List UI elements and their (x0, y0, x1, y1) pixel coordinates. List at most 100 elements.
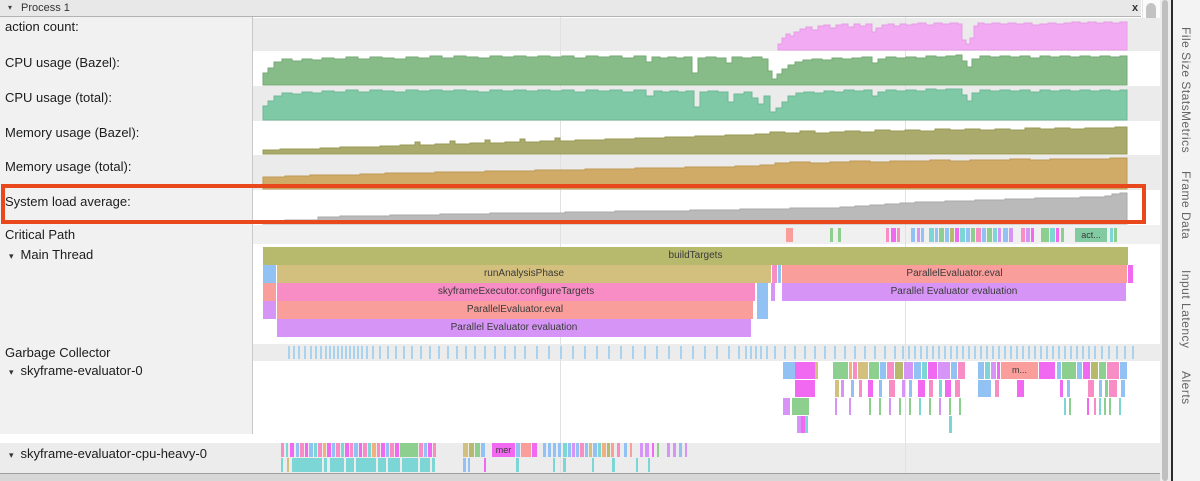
gc-event-tick[interactable] (784, 346, 786, 359)
trace-event-bar[interactable] (657, 443, 659, 457)
trace-event-bar[interactable] (323, 443, 326, 457)
gc-event-tick[interactable] (1040, 346, 1042, 359)
gc-event-tick[interactable] (804, 346, 806, 359)
trace-event-bar[interactable] (281, 458, 283, 472)
trace-event-bar[interactable] (469, 443, 474, 457)
trace-event-bar[interactable] (904, 362, 913, 379)
trace-event-bar[interactable] (296, 443, 299, 457)
trace-event-bar[interactable] (400, 443, 418, 457)
trace-event-bar[interactable] (868, 380, 873, 397)
gc-event-tick[interactable] (1101, 346, 1103, 359)
trace-event-bar[interactable] (998, 228, 1001, 242)
trace-event-bar[interactable] (395, 443, 399, 457)
trace-event-bar[interactable] (869, 362, 879, 379)
trace-event-bar[interactable] (1050, 228, 1055, 242)
trace-event-bar[interactable] (667, 443, 670, 457)
gc-event-tick[interactable] (1064, 346, 1066, 359)
trace-event-bar[interactable]: Parallel Evaluator evaluation (782, 283, 1126, 301)
gc-event-tick[interactable] (1010, 346, 1012, 359)
gc-event-tick[interactable] (656, 346, 658, 359)
trace-event-bar[interactable] (928, 362, 937, 379)
trace-event-bar[interactable] (263, 265, 276, 283)
gc-event-tick[interactable] (474, 346, 476, 359)
trace-event-bar[interactable] (899, 398, 901, 415)
trace-event-bar[interactable] (1009, 228, 1013, 242)
gc-event-tick[interactable] (844, 346, 846, 359)
trace-event-bar[interactable] (938, 362, 950, 379)
trace-event-bar[interactable] (1114, 228, 1117, 242)
gc-event-tick[interactable] (353, 346, 355, 359)
collapse-triangle-icon[interactable]: ▾ (9, 450, 14, 460)
track-label-skyframe-evaluator-0[interactable]: ▾skyframe-evaluator-0 (0, 363, 250, 379)
trace-event-bar[interactable] (420, 458, 430, 472)
sidebar-tab-metrics[interactable]: Metrics (1179, 111, 1193, 153)
trace-event-bar[interactable] (786, 228, 793, 242)
trace-event-bar[interactable] (558, 443, 561, 457)
trace-event-bar[interactable]: ParallelEvaluator.eval (782, 265, 1127, 283)
gc-event-tick[interactable] (572, 346, 574, 359)
gc-event-tick[interactable] (864, 346, 866, 359)
trace-event-bar[interactable] (1041, 228, 1049, 242)
trace-event-bar[interactable] (805, 416, 808, 433)
trace-event-bar[interactable] (1060, 380, 1063, 397)
trace-event-bar[interactable] (424, 443, 427, 457)
gc-event-tick[interactable] (902, 346, 904, 359)
trace-event-bar[interactable] (381, 443, 385, 457)
trace-event-bar[interactable] (1062, 362, 1076, 379)
gc-event-tick[interactable] (293, 346, 295, 359)
trace-event-bar[interactable] (433, 443, 436, 457)
trace-event-bar[interactable] (652, 443, 654, 457)
gc-event-tick[interactable] (644, 346, 646, 359)
gc-event-tick[interactable] (403, 346, 405, 359)
trace-event-bar[interactable] (611, 443, 614, 457)
trace-event-bar[interactable]: buildTargets (263, 247, 1128, 265)
gc-event-tick[interactable] (728, 346, 730, 359)
trace-event-bar[interactable] (909, 380, 912, 397)
trace-event-bar[interactable] (1099, 380, 1102, 397)
trace-event-bar[interactable] (602, 443, 606, 457)
gc-event-tick[interactable] (1076, 346, 1078, 359)
gc-event-tick[interactable] (429, 346, 431, 359)
track-label-main-thread[interactable]: ▾Main Thread (0, 247, 250, 263)
gc-event-tick[interactable] (1132, 346, 1134, 359)
trace-event-bar[interactable] (1003, 228, 1008, 242)
trace-event-bar[interactable] (922, 362, 927, 379)
trace-event-bar[interactable] (1091, 362, 1098, 379)
trace-event-bar[interactable] (919, 398, 921, 415)
trace-event-bar[interactable] (1021, 228, 1025, 242)
trace-event-bar[interactable] (589, 443, 592, 457)
trace-event-bar[interactable] (918, 380, 925, 397)
trace-event-bar[interactable] (950, 228, 954, 242)
gc-event-tick[interactable] (524, 346, 526, 359)
trace-event-bar[interactable] (468, 458, 470, 472)
gc-event-tick[interactable] (1004, 346, 1006, 359)
gc-event-tick[interactable] (745, 346, 747, 359)
gc-event-tick[interactable] (333, 346, 335, 359)
gc-event-tick[interactable] (766, 346, 768, 359)
trace-event-bar[interactable] (1057, 362, 1061, 379)
trace-event-bar[interactable] (997, 362, 1000, 379)
trace-event-bar[interactable] (1069, 398, 1071, 415)
gc-event-tick[interactable] (536, 346, 538, 359)
trace-event-bar[interactable] (292, 458, 322, 472)
trace-event-bar[interactable] (463, 443, 468, 457)
trace-event-bar[interactable] (958, 362, 965, 379)
gc-event-tick[interactable] (298, 346, 300, 359)
trace-event-bar[interactable] (772, 265, 777, 283)
gc-event-tick[interactable] (1028, 346, 1030, 359)
trace-event-bar[interactable] (281, 443, 284, 457)
trace-event-bar[interactable]: runAnalysisPhase (277, 265, 771, 283)
collapse-triangle-icon[interactable]: ▾ (8, 3, 12, 12)
gc-event-tick[interactable] (750, 346, 752, 359)
trace-event-bar[interactable] (368, 443, 371, 457)
gc-event-tick[interactable] (998, 346, 1000, 359)
trace-event-bar[interactable] (1109, 380, 1117, 397)
trace-event-bar[interactable] (914, 362, 921, 379)
trace-event-bar[interactable] (553, 443, 556, 457)
trace-event-bar[interactable] (305, 443, 308, 457)
trace-event-bar[interactable] (263, 301, 276, 319)
trace-event-bar[interactable] (795, 380, 815, 397)
trace-event-bar[interactable] (432, 458, 435, 472)
gc-event-tick[interactable] (366, 346, 368, 359)
trace-event-bar[interactable] (879, 398, 881, 415)
